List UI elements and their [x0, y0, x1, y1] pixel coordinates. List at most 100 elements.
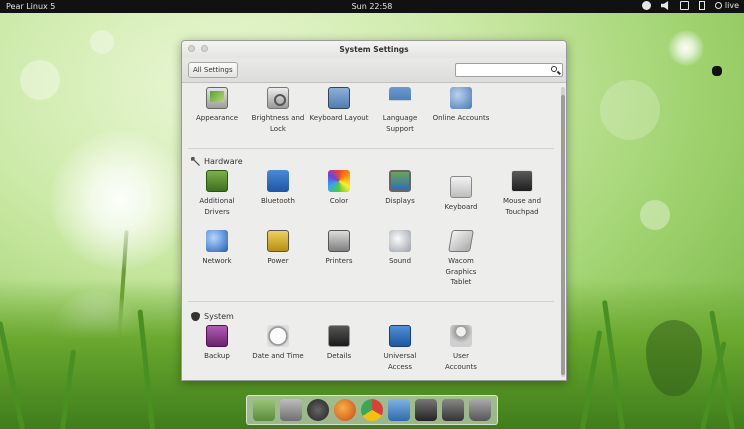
- window-title: System Settings: [339, 45, 409, 54]
- settings-item-label: Backup: [204, 352, 230, 360]
- title-bar[interactable]: System Settings: [182, 41, 566, 58]
- brightness-lock-icon: [267, 87, 289, 109]
- network-status-icon[interactable]: [679, 1, 689, 10]
- settings-item-additional-drivers[interactable]: Additional Drivers: [186, 170, 248, 217]
- displays-icon: [389, 170, 411, 192]
- color-icon: [328, 170, 350, 192]
- settings-item-label: Brightness and Lock: [251, 114, 305, 133]
- settings-item-online-accounts[interactable]: Online Accounts: [430, 87, 492, 124]
- settings-item-label: Power: [267, 257, 289, 265]
- additional-drivers-icon: [206, 170, 228, 192]
- search-icon[interactable]: [551, 66, 557, 72]
- online-accounts-icon: [450, 87, 472, 109]
- settings-item-label: Universal Access: [383, 352, 417, 371]
- pear-icon: [191, 312, 200, 321]
- video-icon[interactable]: [415, 399, 438, 421]
- settings-item-brightness-lock[interactable]: Brightness and Lock: [247, 87, 309, 134]
- settings-item-label: Bluetooth: [261, 197, 295, 205]
- bluetooth-icon: [267, 170, 289, 192]
- settings-panel-list: Appearance Brightness and Lock Keyboard …: [182, 84, 560, 380]
- toolbar: All Settings: [182, 58, 566, 83]
- user-accounts-icon: [450, 325, 472, 347]
- settings-item-printers[interactable]: Printers: [308, 230, 370, 267]
- settings-item-bluetooth[interactable]: Bluetooth: [247, 170, 309, 207]
- settings-item-label: Wacom Graphics Tablet: [445, 257, 477, 286]
- user-name: live: [724, 1, 739, 10]
- section-divider: [188, 148, 554, 149]
- search-box[interactable]: [455, 63, 563, 83]
- settings-item-power[interactable]: Power: [247, 230, 309, 267]
- settings-item-label: Sound: [388, 257, 412, 265]
- user-icon: [714, 2, 722, 9]
- network-icon: [206, 230, 228, 252]
- settings-item-label: Keyboard: [444, 203, 478, 211]
- scrollbar-thumb[interactable]: [561, 95, 565, 375]
- chrome-icon[interactable]: [360, 399, 383, 421]
- settings-item-keyboard[interactable]: Keyboard: [430, 170, 492, 213]
- settings-item-label: Additional Drivers: [199, 197, 235, 216]
- settings-item-user-accounts[interactable]: User Accounts: [430, 325, 492, 372]
- settings-item-label: Date and Time: [252, 352, 304, 360]
- settings-item-label: Keyboard Layout: [309, 114, 369, 122]
- search-input[interactable]: [456, 71, 546, 83]
- dock: [246, 395, 498, 425]
- mouse-touchpad-icon: [511, 170, 533, 192]
- settings-item-label: Color: [329, 197, 349, 205]
- settings-item-wacom-tablet[interactable]: Wacom Graphics Tablet: [430, 230, 492, 288]
- settings-item-details[interactable]: Details: [308, 325, 370, 362]
- settings-icon[interactable]: [442, 399, 465, 421]
- settings-item-displays[interactable]: Displays: [369, 170, 431, 207]
- tools-icon[interactable]: [279, 399, 302, 421]
- printers-icon: [328, 230, 350, 252]
- firefox-icon[interactable]: [333, 399, 356, 421]
- display-icon[interactable]: [252, 399, 275, 421]
- settings-item-language-support[interactable]: Language Support: [369, 87, 431, 134]
- launcher-icon[interactable]: [306, 399, 329, 421]
- settings-item-universal-access[interactable]: Universal Access: [369, 325, 431, 372]
- battery-icon[interactable]: [698, 1, 705, 10]
- section-title: System: [204, 312, 234, 321]
- section-header-system: System: [191, 312, 234, 321]
- section-header-hardware: Hardware: [191, 157, 243, 166]
- appearance-icon: [206, 87, 228, 109]
- trash-icon[interactable]: [469, 399, 492, 421]
- settings-item-label: Network: [202, 257, 232, 265]
- settings-item-color[interactable]: Color: [308, 170, 370, 207]
- keyboard-icon: [450, 176, 472, 198]
- system-tray: live: [641, 1, 739, 10]
- settings-item-appearance[interactable]: Appearance: [186, 87, 248, 124]
- settings-item-label: Language Support: [382, 114, 418, 133]
- backup-icon: [206, 325, 228, 347]
- settings-item-sound[interactable]: Sound: [369, 230, 431, 267]
- vertical-scrollbar[interactable]: [561, 87, 565, 377]
- clock[interactable]: Sun 22:58: [0, 2, 744, 11]
- volume-icon[interactable]: [660, 1, 669, 10]
- settings-item-label: Displays: [385, 197, 415, 205]
- universal-access-icon: [389, 325, 411, 347]
- sound-icon: [389, 230, 411, 252]
- photos-icon[interactable]: [388, 399, 411, 421]
- cursor-icon: [712, 66, 722, 76]
- user-menu[interactable]: live: [714, 1, 739, 10]
- section-divider: [188, 301, 554, 302]
- settings-item-label: User Accounts: [445, 352, 477, 371]
- section-title: Hardware: [204, 157, 243, 166]
- accessibility-icon[interactable]: [641, 1, 651, 10]
- power-icon: [267, 230, 289, 252]
- date-time-icon: [267, 325, 289, 347]
- settings-item-keyboard-layout[interactable]: Keyboard Layout: [308, 87, 370, 124]
- language-support-icon: [389, 87, 411, 101]
- settings-item-network[interactable]: Network: [186, 230, 248, 267]
- wacom-tablet-icon: [448, 230, 474, 252]
- top-panel: Pear Linux 5 Sun 22:58 live: [0, 0, 744, 13]
- settings-item-label: Mouse and Touchpad: [502, 197, 542, 216]
- system-settings-window: System Settings All Settings Appearance …: [181, 40, 567, 381]
- keyboard-layout-icon: [328, 87, 350, 109]
- settings-item-label: Online Accounts: [432, 114, 490, 122]
- settings-item-mouse-touchpad[interactable]: Mouse and Touchpad: [491, 170, 553, 217]
- all-settings-button[interactable]: All Settings: [188, 62, 238, 78]
- settings-item-date-time[interactable]: Date and Time: [247, 325, 309, 362]
- settings-item-backup[interactable]: Backup: [186, 325, 248, 362]
- wrench-icon: [191, 157, 200, 166]
- settings-item-label: Printers: [325, 257, 353, 265]
